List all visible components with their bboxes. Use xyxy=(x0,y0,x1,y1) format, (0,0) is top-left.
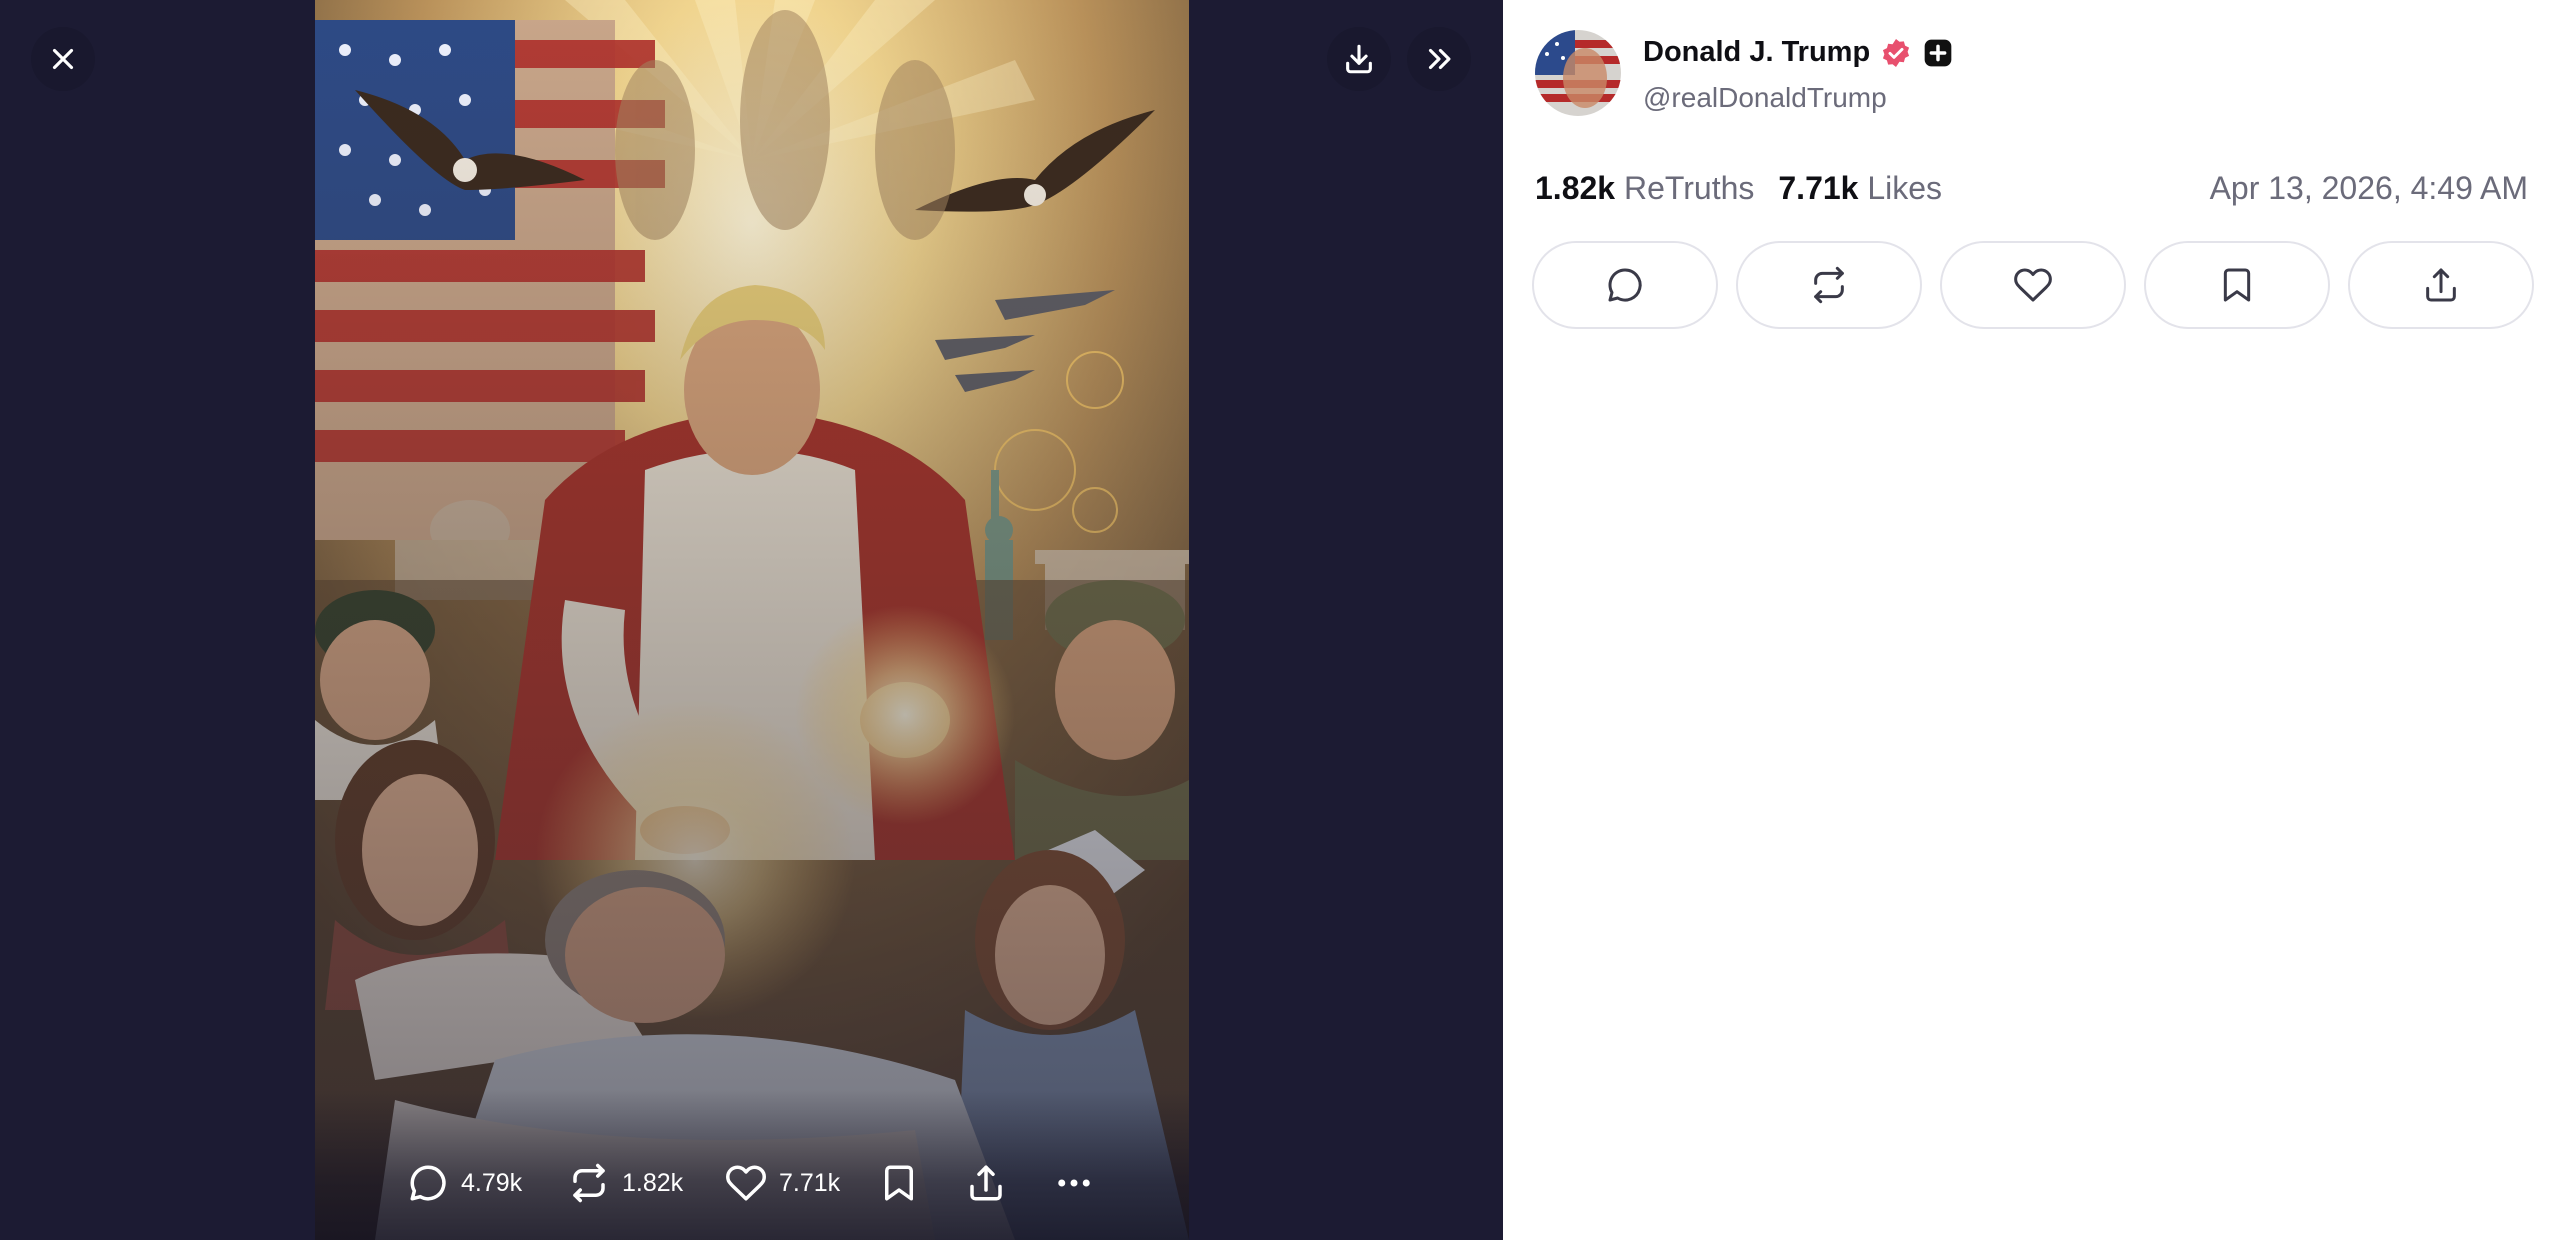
bookmark-icon xyxy=(2223,268,2251,302)
media-retruth-count: 1.82k xyxy=(622,1168,684,1197)
display-name[interactable]: Donald J. Trump xyxy=(1643,36,1870,69)
painting-image xyxy=(315,0,1189,1240)
post-stats: 1.82k ReTruths 7.71k Likes xyxy=(1535,170,1942,207)
download-icon xyxy=(1346,44,1372,74)
share-icon xyxy=(970,1165,1002,1201)
retruths-label: ReTruths xyxy=(1623,170,1755,206)
close-button[interactable] xyxy=(31,27,95,91)
media-more-button[interactable] xyxy=(1053,1162,1095,1204)
author-name-row: Donald J. Trump xyxy=(1643,36,1954,69)
media-comment-count: 4.79k xyxy=(461,1168,523,1197)
hide-panel-button[interactable] xyxy=(1407,27,1471,91)
more-icon xyxy=(1058,1179,1090,1187)
media-share-button[interactable] xyxy=(965,1162,1007,1204)
likes-label: Likes xyxy=(1867,170,1943,206)
chevrons-right-icon xyxy=(1428,48,1451,70)
retruths-stat[interactable]: 1.82k ReTruths xyxy=(1535,170,1754,207)
heart-icon xyxy=(2014,268,2052,302)
post-detail-panel: Donald J. Trump @realDonaldTrump 1.82k R… xyxy=(1503,0,2560,1240)
post-action-row xyxy=(1532,241,2534,329)
media-retruth-button[interactable]: 1.82k xyxy=(568,1162,683,1204)
avatar[interactable] xyxy=(1535,30,1621,116)
media-bookmark-button[interactable] xyxy=(878,1162,920,1204)
avatar-image xyxy=(1535,30,1621,116)
comment-icon xyxy=(1608,268,1642,302)
retruth-button[interactable] xyxy=(1736,241,1922,329)
likes-count: 7.71k xyxy=(1778,170,1859,206)
post-timestamp[interactable]: Apr 13, 2026, 4:49 AM xyxy=(2210,170,2528,207)
heart-icon xyxy=(726,1165,766,1201)
share-icon xyxy=(2426,268,2456,302)
reply-button[interactable] xyxy=(1532,241,1718,329)
close-icon xyxy=(52,48,74,70)
post-image[interactable]: 4.79k 1.82k 7.71k xyxy=(315,0,1189,1240)
likes-stat[interactable]: 7.71k Likes xyxy=(1778,170,1942,207)
download-button[interactable] xyxy=(1327,27,1391,91)
verified-badge-icon xyxy=(1880,37,1912,69)
retruth-icon xyxy=(573,1163,605,1203)
retruth-icon xyxy=(1814,266,1844,304)
plus-badge-icon xyxy=(1922,37,1954,69)
media-like-count: 7.71k xyxy=(779,1168,841,1197)
share-button[interactable] xyxy=(2348,241,2534,329)
bookmark-button[interactable] xyxy=(2144,241,2330,329)
media-like-button[interactable]: 7.71k xyxy=(725,1162,840,1204)
author-handle[interactable]: @realDonaldTrump xyxy=(1643,82,1887,114)
bookmark-icon xyxy=(885,1165,913,1201)
like-button[interactable] xyxy=(1940,241,2126,329)
media-comment-button[interactable]: 4.79k xyxy=(407,1162,522,1204)
media-viewer: 4.79k 1.82k 7.71k xyxy=(0,0,1503,1240)
retruths-count: 1.82k xyxy=(1535,170,1616,206)
comment-icon xyxy=(410,1165,446,1201)
